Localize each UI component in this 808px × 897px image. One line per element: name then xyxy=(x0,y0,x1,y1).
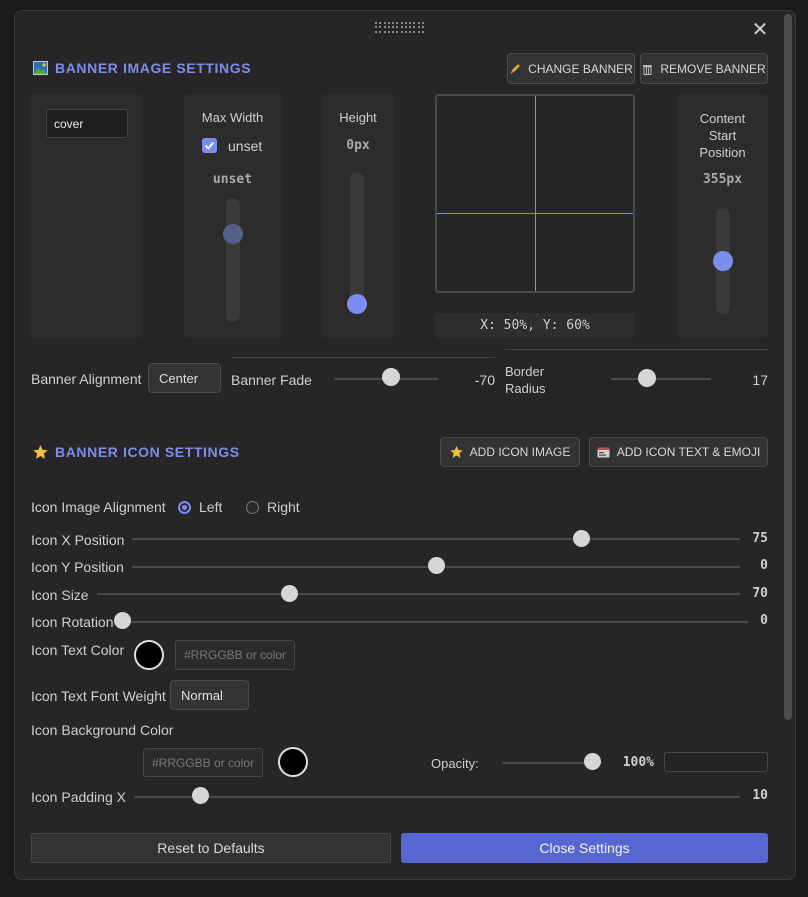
fade-divider xyxy=(231,357,495,358)
icon-padding-x-slider-track[interactable] xyxy=(134,796,740,798)
max-width-slider-track[interactable] xyxy=(226,198,240,322)
icon-size-slider-track[interactable] xyxy=(97,593,740,595)
opacity-input[interactable] xyxy=(664,752,768,772)
radius-divider xyxy=(505,349,768,350)
icon-rotation-slider-track[interactable] xyxy=(122,621,748,623)
content-start-label-line3: Position xyxy=(699,145,746,160)
icon-size-value: 70 xyxy=(752,586,768,601)
add-icon-text-label: ADD ICON TEXT & EMOJI xyxy=(616,445,761,459)
remove-banner-label: REMOVE BANNER xyxy=(660,61,766,76)
icon-font-weight-select[interactable]: Normal xyxy=(170,680,249,710)
text-card-icon xyxy=(597,447,610,457)
reset-defaults-label: Reset to Defaults xyxy=(157,840,265,856)
add-icon-image-label: ADD ICON IMAGE xyxy=(469,445,571,459)
icon-image-alignment-label: Icon Image Alignment xyxy=(31,499,166,515)
banner-alignment-label: Banner Alignment xyxy=(31,371,142,387)
icon-text-color-input[interactable]: #RRGGBB or color xyxy=(175,640,295,670)
trash-icon xyxy=(643,64,653,75)
alignment-right-radio[interactable] xyxy=(246,501,259,514)
max-width-unset-checkbox[interactable] xyxy=(202,138,217,153)
banner-fade-value: -70 xyxy=(474,372,495,388)
add-icon-text-button[interactable]: ADD ICON TEXT & EMOJI xyxy=(589,437,768,467)
icon-x-position-label: Icon X Position xyxy=(31,532,125,548)
icon-text-color-placeholder: #RRGGBB or color xyxy=(184,648,287,662)
position-readout: X: 50%, Y: 60% xyxy=(435,313,635,338)
icon-size-label: Icon Size xyxy=(31,587,89,603)
opacity-slider-thumb[interactable] xyxy=(583,753,601,770)
border-radius-slider-thumb[interactable] xyxy=(638,369,656,387)
max-width-label: Max Width xyxy=(201,110,264,125)
border-radius-label-line2: Radius xyxy=(505,381,546,396)
add-icon-image-button[interactable]: ADD ICON IMAGE xyxy=(440,437,580,467)
banner-alignment-select[interactable]: Center xyxy=(148,363,221,393)
icon-y-position-value: 0 xyxy=(760,558,768,573)
height-value: 0px xyxy=(346,138,370,153)
alignment-right-label: Right xyxy=(267,499,300,515)
content-start-label-line1: Content xyxy=(699,111,746,126)
reset-defaults-button[interactable]: Reset to Defaults xyxy=(31,833,391,863)
icon-rotation-label: Icon Rotation xyxy=(31,614,114,630)
icon-padding-x-label: Icon Padding X xyxy=(31,789,126,805)
max-width-value: unset xyxy=(212,172,253,187)
content-start-label-line2: Start xyxy=(708,128,737,143)
banner-image-section-title: BANNER IMAGE SETTINGS xyxy=(55,60,252,76)
icon-text-color-label: Icon Text Color xyxy=(31,642,125,658)
icon-font-weight-value: Normal xyxy=(181,687,223,703)
fit-value: cover xyxy=(54,116,84,131)
star-icon xyxy=(449,446,463,458)
border-radius-value: 17 xyxy=(752,372,768,388)
close-settings-label: Close Settings xyxy=(539,840,630,856)
change-banner-label: CHANGE BANNER xyxy=(528,61,633,76)
border-radius-label-line1: Border xyxy=(505,364,545,379)
icon-x-position-slider-track[interactable] xyxy=(132,538,740,540)
star-icon xyxy=(33,445,48,459)
alignment-left-radio[interactable] xyxy=(178,501,191,514)
remove-banner-button[interactable]: REMOVE BANNER xyxy=(640,53,768,84)
icon-background-color-label: Icon Background Color xyxy=(31,722,174,738)
content-start-label: Content Start Position xyxy=(677,110,768,161)
content-start-slider-thumb[interactable] xyxy=(713,251,733,271)
position-pad-horizontal-guide xyxy=(437,213,633,214)
height-slider-track[interactable] xyxy=(350,173,364,314)
checkmark-icon xyxy=(204,141,215,150)
height-label: Height xyxy=(339,110,377,125)
content-start-value: 355px xyxy=(702,172,743,187)
icon-rotation-slider-thumb[interactable] xyxy=(113,612,131,629)
icon-text-color-swatch[interactable] xyxy=(134,640,164,670)
pencil-icon xyxy=(510,63,521,74)
opacity-value: 100% xyxy=(622,755,654,770)
opacity-label: Opacity: xyxy=(431,756,479,771)
modal-scrollbar[interactable] xyxy=(784,14,792,720)
position-pad-vertical-guide xyxy=(535,96,536,291)
icon-padding-x-value: 10 xyxy=(752,788,768,803)
banner-fade-label: Banner Fade xyxy=(231,372,312,388)
drag-handle-icon[interactable] xyxy=(375,22,425,34)
alignment-left-label: Left xyxy=(199,499,223,515)
border-radius-slider-track[interactable] xyxy=(611,378,711,380)
icon-background-color-input[interactable]: #RRGGBB or color xyxy=(143,748,263,777)
max-width-unset-label: unset xyxy=(228,138,263,154)
icon-y-position-label: Icon Y Position xyxy=(31,559,124,575)
height-slider-thumb[interactable] xyxy=(347,294,367,314)
position-pad[interactable] xyxy=(435,94,635,293)
fit-input[interactable]: cover xyxy=(46,109,128,138)
icon-x-position-value: 75 xyxy=(752,531,768,546)
change-banner-button[interactable]: CHANGE BANNER xyxy=(507,53,635,84)
icon-y-position-slider-thumb[interactable] xyxy=(427,557,445,574)
icon-font-weight-label: Icon Text Font Weight xyxy=(31,688,166,704)
close-icon[interactable]: ✕ xyxy=(750,20,770,40)
picture-icon xyxy=(33,61,48,75)
close-settings-button[interactable]: Close Settings xyxy=(401,833,768,863)
banner-icon-section-title: BANNER ICON SETTINGS xyxy=(55,444,240,460)
icon-background-color-placeholder: #RRGGBB or color xyxy=(152,755,255,770)
banner-alignment-value: Center xyxy=(159,370,199,386)
max-width-slider-thumb[interactable] xyxy=(223,224,243,244)
icon-rotation-value: 0 xyxy=(760,613,768,628)
icon-background-color-swatch[interactable] xyxy=(278,747,308,777)
border-radius-label: Border Radius xyxy=(505,363,545,397)
